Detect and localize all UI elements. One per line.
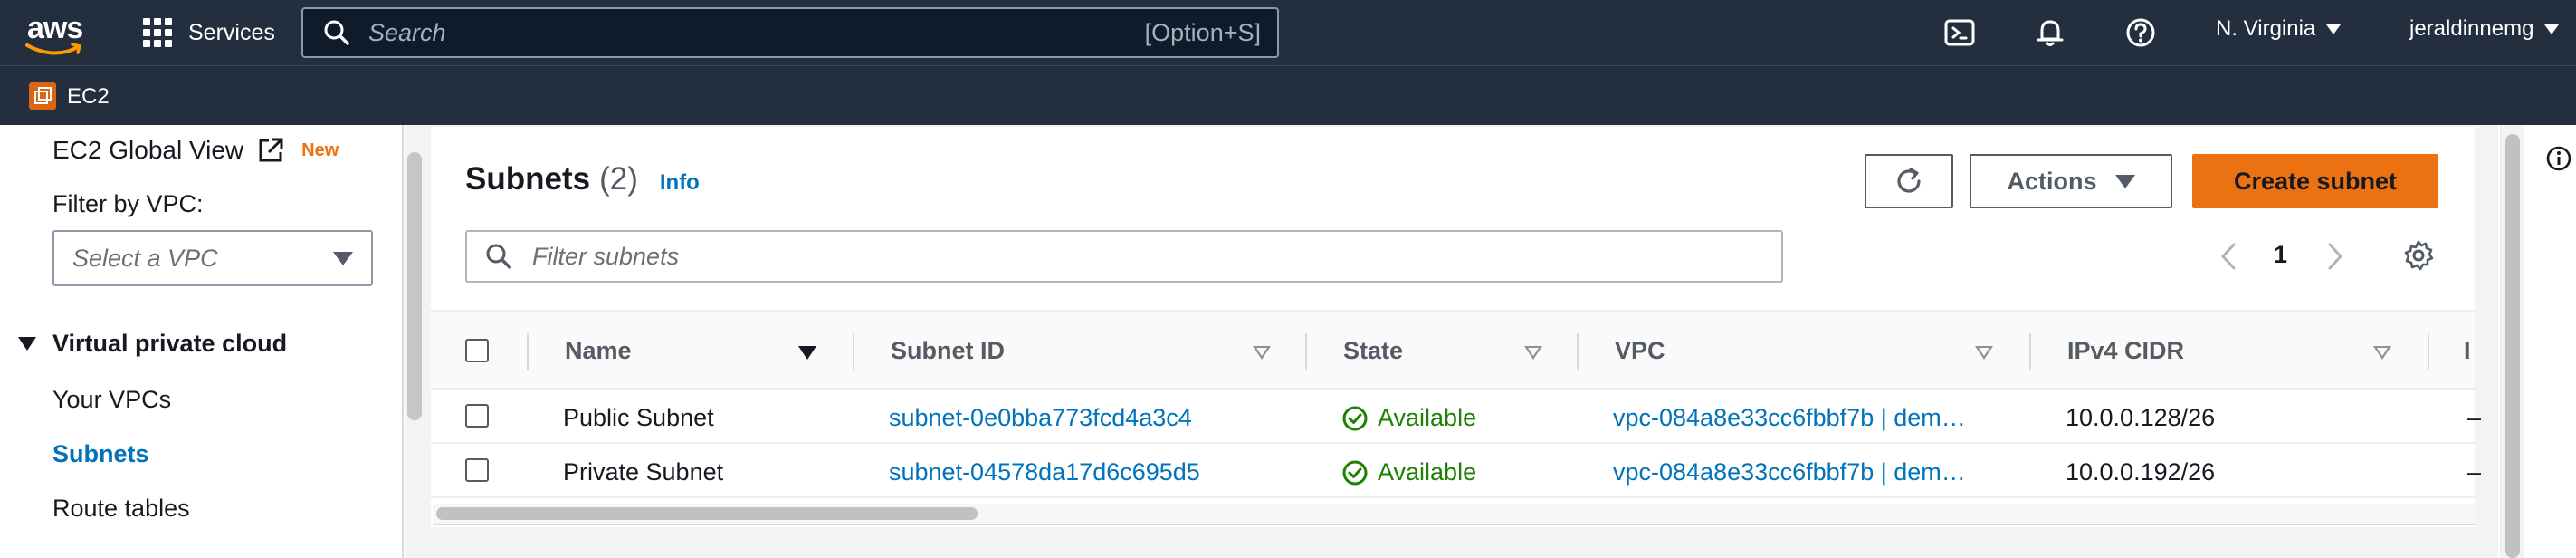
page-title: Subnets (2) Info: [465, 161, 700, 197]
new-badge: New: [301, 140, 339, 160]
column-header-truncated[interactable]: I: [2464, 337, 2471, 365]
service-bar: EC2: [0, 65, 2576, 125]
sort-icon[interactable]: [1975, 346, 1993, 360]
info-icon[interactable]: [2545, 145, 2572, 172]
subnet-id-link[interactable]: subnet-04578da17d6c695d5: [889, 458, 1200, 486]
panel-bottom: [431, 527, 2475, 558]
subnet-name: Private Subnet: [563, 458, 724, 486]
status-text: Available: [1378, 404, 1477, 431]
create-subnet-label: Create subnet: [2233, 167, 2398, 195]
chevron-right-icon[interactable]: [2324, 241, 2346, 272]
ec2-service-icon[interactable]: [29, 82, 56, 110]
check-circle-icon: [1342, 406, 1368, 430]
help-icon[interactable]: [2124, 16, 2157, 49]
page-number[interactable]: 1: [2274, 241, 2287, 269]
column-separator: [1577, 333, 1579, 370]
search-shortcut: [Option+S]: [1144, 18, 1261, 46]
top-navigation: aws Services Search [Option+S] N. Virgin…: [0, 0, 2576, 65]
info-link[interactable]: Info: [660, 170, 700, 196]
column-header-name[interactable]: Name: [565, 337, 632, 365]
caret-down-icon: [333, 251, 353, 265]
vpc-link[interactable]: vpc-084a8e33cc6fbbf7b | dem…: [1613, 404, 1966, 432]
status-badge: Available: [1341, 458, 1476, 486]
sort-icon[interactable]: [1253, 346, 1271, 360]
service-name[interactable]: EC2: [67, 84, 110, 110]
caret-down-icon: [2114, 174, 2135, 188]
filter-by-vpc-label: Filter by VPC:: [52, 190, 204, 217]
filter-subnets-input[interactable]: Filter subnets: [465, 230, 1783, 283]
column-separator: [2029, 333, 2031, 370]
row-checkbox[interactable]: [465, 458, 489, 482]
username: jeraldinnemg: [2409, 16, 2534, 41]
search-icon: [324, 20, 349, 45]
ec2-global-view-link[interactable]: EC2 Global View New: [52, 136, 339, 165]
filter-placeholder: Filter subnets: [532, 242, 680, 270]
chevron-left-icon[interactable]: [2218, 241, 2239, 272]
create-subnet-button[interactable]: Create subnet: [2192, 154, 2438, 208]
global-search-input[interactable]: Search [Option+S]: [301, 7, 1279, 58]
aws-smile-icon: [25, 43, 82, 55]
region-selector[interactable]: N. Virginia: [2216, 16, 2342, 42]
refresh-button[interactable]: [1865, 154, 1953, 208]
truncated-cell: –: [2467, 404, 2482, 431]
search-icon: [486, 244, 511, 269]
refresh-icon: [1897, 168, 1921, 193]
external-link-icon: [259, 138, 283, 162]
column-header-ipv4-cidr[interactable]: IPv4 CIDR: [2067, 337, 2184, 365]
sidebar-scrollbar[interactable]: [407, 152, 422, 420]
select-all-checkbox[interactable]: [465, 339, 489, 362]
actions-button[interactable]: Actions: [1970, 154, 2172, 208]
region-label: N. Virginia: [2216, 16, 2316, 41]
table-row[interactable]: Private Subnet subnet-04578da17d6c695d5 …: [431, 444, 2481, 498]
column-separator: [2428, 333, 2429, 370]
section-virtual-private-cloud[interactable]: Virtual private cloud: [18, 330, 287, 358]
sidebar: EC2 Global View New Filter by VPC: Selec…: [0, 125, 404, 558]
settings-icon[interactable]: [2402, 239, 2435, 272]
vpc-link[interactable]: vpc-084a8e33cc6fbbf7b | dem…: [1613, 458, 1966, 486]
column-separator: [1305, 333, 1307, 370]
caret-down-icon: [2544, 24, 2560, 34]
truncated-cell: –: [2467, 458, 2482, 486]
sidebar-item-route-tables[interactable]: Route tables: [52, 495, 190, 523]
sort-icon[interactable]: [1524, 346, 1542, 360]
ipv4-cidr: 10.0.0.192/26: [2066, 458, 2216, 486]
sidebar-item-subnets[interactable]: Subnets: [52, 440, 149, 468]
caret-down-icon: [2326, 24, 2342, 34]
table-hscroll-thumb[interactable]: [436, 507, 978, 520]
actions-label: Actions: [2007, 167, 2097, 195]
vpc-select-placeholder: Select a VPC: [72, 244, 218, 272]
title-text: Subnets: [465, 161, 591, 197]
aws-logo[interactable]: aws: [25, 9, 89, 56]
column-header-vpc[interactable]: VPC: [1615, 337, 1665, 365]
search-placeholder: Search: [368, 18, 446, 46]
bell-icon[interactable]: [2034, 16, 2066, 49]
sort-icon[interactable]: [2373, 346, 2391, 360]
status-text: Available: [1378, 458, 1477, 486]
page-scrollbar[interactable]: [2505, 134, 2520, 558]
account-menu[interactable]: jeraldinnemg: [2409, 16, 2560, 42]
grid-icon: [143, 18, 172, 47]
column-header-state[interactable]: State: [1343, 337, 1403, 365]
table-header: Name Subnet ID State VPC IPv4 CIDR I: [431, 310, 2475, 390]
row-checkbox[interactable]: [465, 404, 489, 428]
column-header-subnet-id[interactable]: Subnet ID: [891, 337, 1005, 365]
services-menu[interactable]: Services: [143, 13, 275, 53]
ipv4-cidr: 10.0.0.128/26: [2066, 404, 2216, 431]
services-label: Services: [188, 19, 275, 45]
subnet-count: (2): [599, 161, 638, 197]
sidebar-item-your-vpcs[interactable]: Your VPCs: [52, 386, 171, 414]
cloudshell-icon[interactable]: [1943, 16, 1976, 49]
subnet-name: Public Subnet: [563, 404, 714, 431]
section-title: Virtual private cloud: [52, 330, 288, 357]
caret-down-icon: [18, 337, 36, 351]
column-separator: [527, 333, 529, 370]
table-row[interactable]: Public Subnet subnet-0e0bba773fcd4a3c4 A…: [431, 390, 2481, 444]
subnet-id-link[interactable]: subnet-0e0bba773fcd4a3c4: [889, 404, 1192, 432]
column-separator: [853, 333, 854, 370]
vpc-filter-select[interactable]: Select a VPC: [52, 230, 373, 286]
global-view-label: EC2 Global View: [52, 136, 244, 164]
sort-descending-icon[interactable]: [798, 346, 816, 360]
check-circle-icon: [1342, 460, 1368, 485]
status-badge: Available: [1341, 404, 1476, 432]
